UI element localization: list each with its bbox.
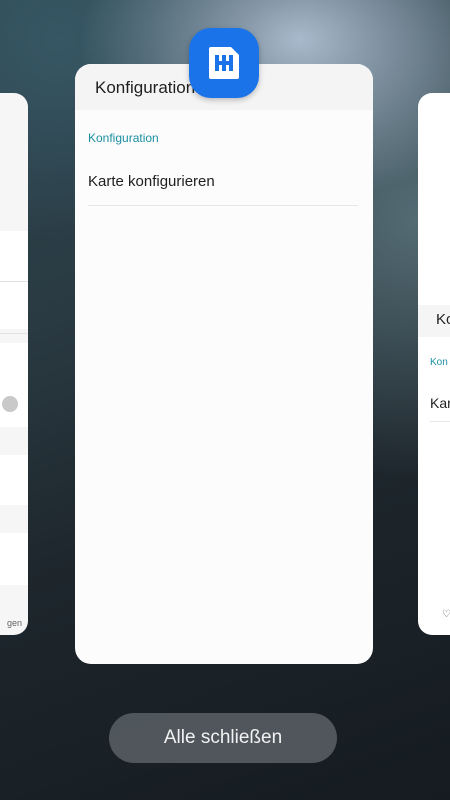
card-label-partial: gen [6,618,22,628]
app-title-partial: Ko [436,311,450,328]
close-all-button[interactable]: Alle schließen [109,713,337,763]
section-header: Konfiguration [88,131,159,145]
divider [0,333,28,334]
divider [430,421,450,422]
settings-group [0,231,28,329]
recent-app-card-right[interactable]: Ko Kon Kar ♡ [418,93,450,635]
settings-group [0,533,28,585]
settings-group [0,343,28,427]
recent-app-card-konfiguration[interactable]: Konfiguration Konfiguration Karte konfig… [75,64,373,664]
sim-card-icon[interactable] [189,28,259,98]
list-item-karte-konfigurieren[interactable]: Karte konfigurieren [75,159,373,205]
app-title: Konfiguration [95,78,196,97]
list-item-partial: Kar [430,395,450,411]
sim-card-glyph [209,47,239,79]
heart-icon: ♡ [442,609,450,620]
recent-apps-screen: gen Ko Kon Kar ♡ Konfiguration Konfigura… [0,0,450,800]
recent-app-card-left[interactable]: gen [0,93,28,635]
divider [88,205,358,206]
section-header-partial: Kon [430,357,448,368]
divider [0,281,28,282]
settings-group [0,455,28,505]
toggle-knob [2,396,18,412]
list-item-label: Karte konfigurieren [88,173,215,190]
